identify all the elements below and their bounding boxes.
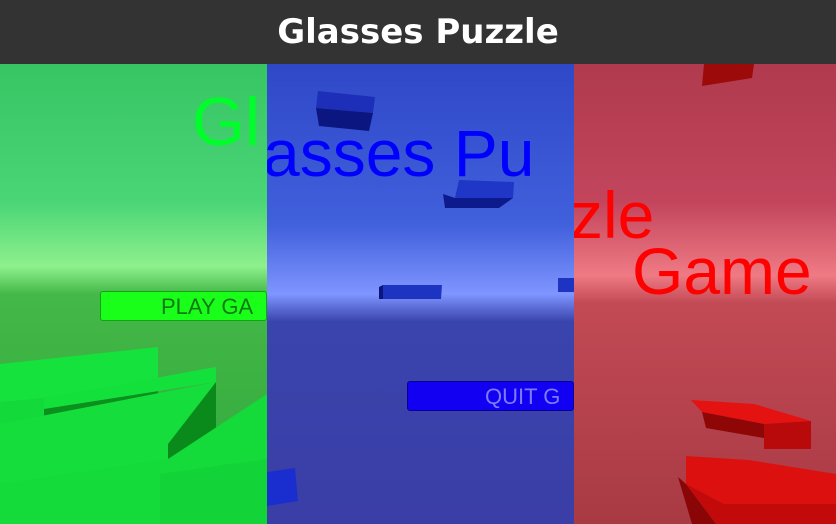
blue-lens-panel: asses Pu QUIT G <box>267 64 574 524</box>
game-viewport: Gl PLAY GA asses Pu QUIT G zle Game <box>0 64 836 524</box>
play-game-button[interactable]: PLAY GA <box>100 291 267 321</box>
window-titlebar: Glasses Puzzle <box>0 0 836 64</box>
game-title-fragment: asses Pu <box>267 116 535 190</box>
window-title: Glasses Puzzle <box>277 12 559 52</box>
green-lens-panel: Gl PLAY GA <box>0 64 267 524</box>
red-lens-panel: zle Game <box>574 64 836 524</box>
game-title-fragment: Game <box>632 234 812 308</box>
game-title-fragment: Gl <box>192 84 260 160</box>
quit-game-button[interactable]: QUIT G <box>407 381 574 411</box>
